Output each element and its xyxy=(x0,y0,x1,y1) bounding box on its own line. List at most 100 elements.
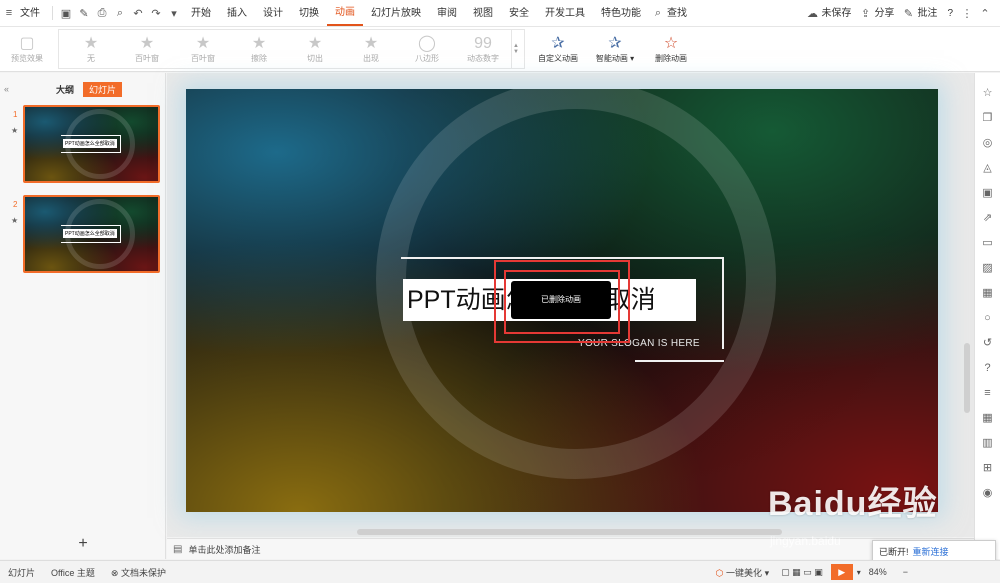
zoom-out-icon[interactable]: − xyxy=(895,567,916,577)
sorter-view-icon[interactable]: ▦ xyxy=(792,567,801,577)
effect-dynamic-number[interactable]: 99 动态数字 xyxy=(455,28,511,70)
unsaved-button[interactable]: 未保存 xyxy=(821,0,856,27)
collapse-panel-icon[interactable]: « xyxy=(4,84,9,94)
zoom-level[interactable]: 84% xyxy=(861,567,895,577)
delete-animation-icon: ☆ xyxy=(663,34,679,52)
history-icon[interactable]: ↺ xyxy=(983,331,992,356)
protect-status[interactable]: ⊗ 文档未保护 xyxy=(103,566,174,579)
fill-icon[interactable]: ◬ xyxy=(983,156,991,181)
image-icon[interactable]: ▨ xyxy=(982,256,992,281)
notes-placeholder[interactable]: 单击此处添加备注 xyxy=(188,543,260,556)
right-toolbar: ☆ ❐ ◎ ◬ ▣ ⇗ ▭ ▨ ▦ ○ ↺ ? ≡ ▦ ▥ ⊞ ◉ xyxy=(974,73,1000,559)
number-icon: 99 xyxy=(474,34,492,52)
tab-outline[interactable]: 大纲 xyxy=(50,82,80,97)
file-menu[interactable]: 文件 xyxy=(18,0,48,27)
effect-octagon[interactable]: ◯ 八边形 xyxy=(399,28,455,70)
tab-slides[interactable]: 幻灯片 xyxy=(83,81,123,97)
effect-cut-out[interactable]: ★ 切出 xyxy=(287,28,343,70)
quick-access-dropdown-icon[interactable]: ▾ xyxy=(165,4,183,22)
location-icon[interactable]: ◉ xyxy=(983,481,993,506)
horizontal-scroll-thumb[interactable] xyxy=(357,529,782,535)
redo-icon[interactable]: ↷ xyxy=(147,4,165,22)
comment-icon: ✎ xyxy=(903,8,914,20)
share-button[interactable]: 分享 xyxy=(874,0,899,27)
undo-icon[interactable]: ↶ xyxy=(129,4,147,22)
vertical-scroll-thumb[interactable] xyxy=(964,343,970,413)
wipe-icon: ★ xyxy=(251,34,267,52)
search-button[interactable]: 查找 xyxy=(667,0,695,27)
slide-thumbnail-2[interactable]: PPT动画怎么全部取消 xyxy=(23,195,160,273)
notes-icon: ▤ xyxy=(173,543,183,555)
circle-icon[interactable]: ○ xyxy=(984,306,991,331)
comment-button[interactable]: 批注 xyxy=(917,0,942,27)
collapse-ribbon-icon[interactable]: ⌃ xyxy=(976,5,994,23)
slide-thumbnail-1[interactable]: PPT动画怎么全部取消 xyxy=(23,105,160,183)
delete-animation-label: 删除动画 xyxy=(655,53,687,63)
scroll-down-icon[interactable]: ▼ xyxy=(513,49,519,55)
connection-text: 已断开! xyxy=(879,546,909,557)
print-preview-icon[interactable]: ⌕ xyxy=(111,4,129,22)
smart-animation-button[interactable]: ✰ 智能动画 ▾ xyxy=(585,28,645,70)
tab-design[interactable]: 设计 xyxy=(255,0,291,27)
tab-animation[interactable]: 动画 xyxy=(327,1,363,26)
effects-scroll[interactable]: ▲ ▼ xyxy=(511,29,520,69)
custom-animation-label: 自定义动画 xyxy=(538,53,578,63)
save-icon[interactable]: ▣ xyxy=(57,4,75,22)
template-icon[interactable]: ▭ xyxy=(982,231,992,256)
custom-animation-button[interactable]: ✰ 自定义动画 xyxy=(531,28,585,70)
cloud-icon: ☁ xyxy=(806,8,818,20)
reconnect-link[interactable]: 重新连接 xyxy=(913,545,949,558)
effect-label: 切出 xyxy=(307,53,323,63)
tab-slideshow[interactable]: 幻灯片放映 xyxy=(363,0,429,27)
settings-sliders-icon[interactable]: ≡ xyxy=(984,381,990,406)
grid-icon[interactable]: ▦ xyxy=(982,406,992,431)
normal-view-icon[interactable]: ▢ xyxy=(781,567,790,577)
hamburger-icon[interactable]: ≡ xyxy=(0,4,18,22)
tab-features[interactable]: 特色功能 xyxy=(593,0,649,27)
copy-icon[interactable]: ❐ xyxy=(983,106,993,131)
tab-review[interactable]: 审阅 xyxy=(429,0,465,27)
add-slide-button[interactable]: + xyxy=(0,535,166,553)
custom-animation-icon: ✰ xyxy=(551,34,565,52)
effect-none[interactable]: ★ 无 xyxy=(63,28,119,70)
horizontal-scrollbar[interactable] xyxy=(167,529,974,535)
delete-animation-button[interactable]: ☆ 删除动画 xyxy=(645,28,697,70)
gallery-icon[interactable]: ▦ xyxy=(982,281,992,306)
notes-bar[interactable]: ▤ 单击此处添加备注 xyxy=(167,538,974,559)
animation-pane-icon[interactable]: ☆ xyxy=(983,81,993,106)
more-icon[interactable]: ⋮ xyxy=(958,5,976,23)
effect-blinds-2[interactable]: ★ 百叶窗 xyxy=(175,28,231,70)
tab-security[interactable]: 安全 xyxy=(501,0,537,27)
tab-developer[interactable]: 开发工具 xyxy=(537,0,593,27)
slide[interactable]: PPT动画怎么全部取消 YOUR SLOGAN IS HERE 已删除动画 xyxy=(186,89,938,512)
print-icon[interactable]: ⎙ xyxy=(93,4,111,22)
notes-view-icon[interactable]: ▣ xyxy=(814,567,823,577)
beautify-button[interactable]: ⬡ 一键美化 ▾ xyxy=(708,566,777,579)
table-icon[interactable]: ⊞ xyxy=(983,456,992,481)
reading-view-icon[interactable]: ▭ xyxy=(803,567,812,577)
chart-icon[interactable]: ▥ xyxy=(982,431,992,456)
tab-insert[interactable]: 插入 xyxy=(219,0,255,27)
play-slideshow-button[interactable]: ▶ xyxy=(830,564,853,580)
share-out-icon[interactable]: ⇗ xyxy=(983,206,992,231)
preview-effect-button[interactable]: ▢ 预览效果 xyxy=(4,28,50,70)
slide-canvas: PPT动画怎么全部取消 YOUR SLOGAN IS HERE 已删除动画 xyxy=(167,73,974,537)
preview-label: 预览效果 xyxy=(11,53,43,63)
effect-wipe[interactable]: ★ 擦除 xyxy=(231,28,287,70)
effect-label: 出现 xyxy=(363,53,379,63)
effect-blinds-1[interactable]: ★ 百叶窗 xyxy=(119,28,175,70)
tab-transition[interactable]: 切换 xyxy=(291,0,327,27)
format-painter-icon[interactable]: ✎ xyxy=(75,4,93,22)
effect-appear[interactable]: ★ 出现 xyxy=(343,28,399,70)
tab-home[interactable]: 开始 xyxy=(183,0,219,27)
format-icon[interactable]: ▣ xyxy=(982,181,992,206)
share-icon: ⇪ xyxy=(860,8,871,20)
theme-name[interactable]: Office 主题 xyxy=(43,566,103,579)
help-icon[interactable]: ? xyxy=(984,356,990,381)
tab-view[interactable]: 视图 xyxy=(465,0,501,27)
search-icon[interactable]: ⌕ xyxy=(649,4,667,22)
help-button[interactable]: ? xyxy=(942,0,958,27)
frame-bottom-line xyxy=(635,360,724,362)
thumbnail-title: PPT动画怎么全部取消 xyxy=(63,229,117,238)
shapes-icon[interactable]: ◎ xyxy=(983,131,993,156)
